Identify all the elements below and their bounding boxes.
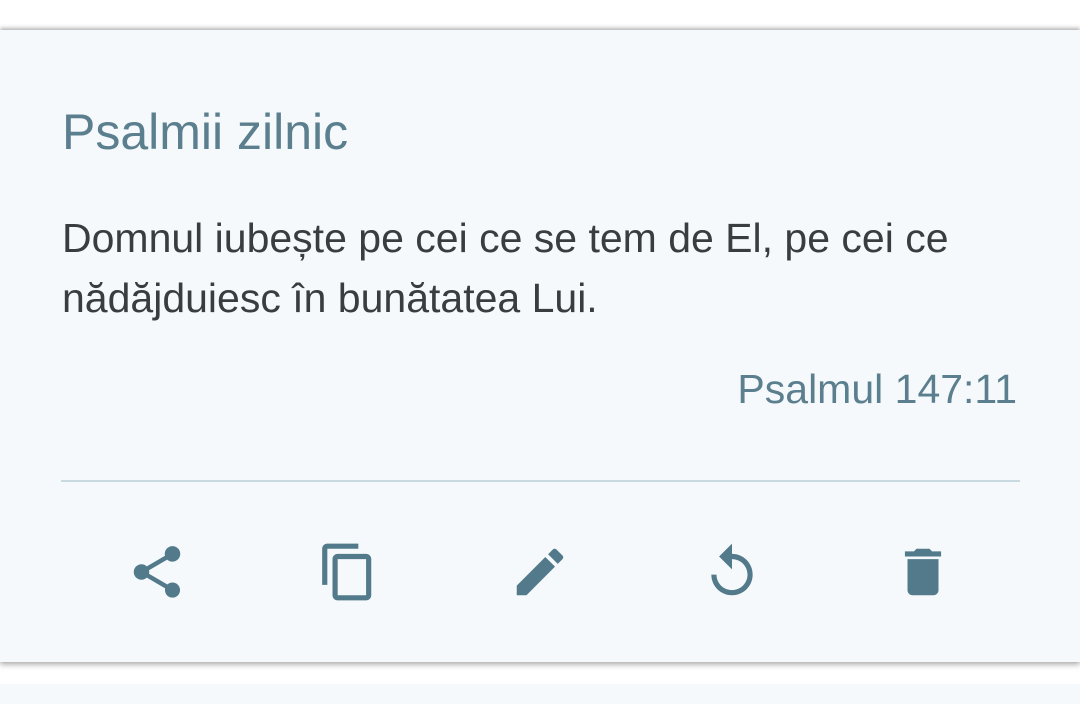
share-icon xyxy=(133,546,181,598)
edit-button[interactable] xyxy=(504,536,576,608)
next-card-edge xyxy=(0,684,1080,704)
divider xyxy=(61,480,1020,482)
copy-button[interactable] xyxy=(312,536,384,608)
card-title: Psalmii zilnic xyxy=(62,104,349,160)
top-strip xyxy=(0,0,1080,30)
copy-icon xyxy=(322,543,372,601)
card-actions xyxy=(0,536,1080,608)
trash-icon xyxy=(904,548,942,596)
refresh-icon xyxy=(711,543,753,596)
share-button[interactable] xyxy=(121,536,193,608)
reset-button[interactable] xyxy=(696,536,768,608)
pencil-icon xyxy=(516,548,564,596)
verse-reference: Psalmul 147:11 xyxy=(737,366,1017,412)
delete-button[interactable] xyxy=(887,536,959,608)
daily-psalm-card: Psalmii zilnic Domnul iubește pe cei ce … xyxy=(0,30,1080,662)
verse-text: Domnul iubește pe cei ce se tem de El, p… xyxy=(62,215,949,321)
